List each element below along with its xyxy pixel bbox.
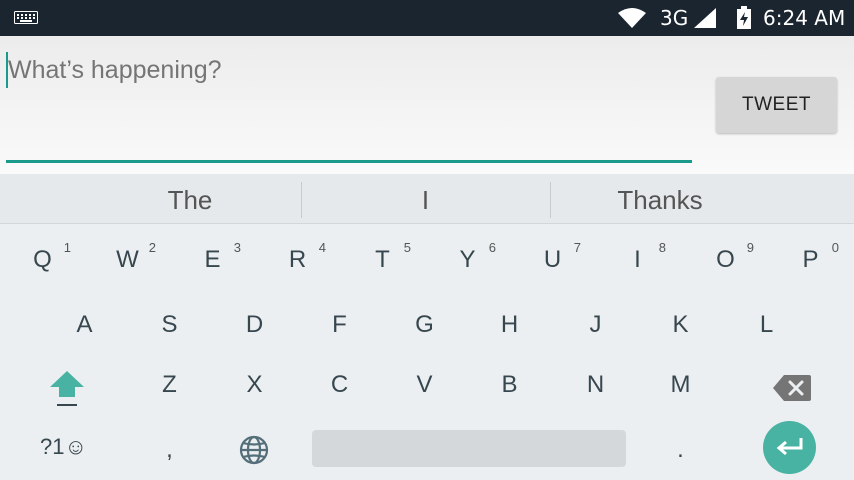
- backspace-icon: [773, 375, 811, 401]
- key-label: I: [634, 246, 641, 273]
- key-y[interactable]: Y6: [425, 228, 510, 292]
- key-label: B: [501, 371, 518, 398]
- key-hint: 9: [746, 240, 754, 255]
- key-w[interactable]: W2: [85, 228, 170, 292]
- key-t[interactable]: T5: [340, 228, 425, 292]
- key-b[interactable]: B: [467, 353, 552, 417]
- keyboard: Q1 W2 E3 R4 T5 Y6 U7 I8 O9 P0 A S D F G …: [0, 224, 854, 480]
- tweet-button[interactable]: TWEET: [716, 77, 837, 133]
- key-z[interactable]: Z: [127, 353, 212, 417]
- key-hint: 5: [403, 240, 411, 255]
- shift-icon: [50, 371, 84, 406]
- key-label: F: [332, 311, 347, 338]
- key-hint: 4: [318, 240, 326, 255]
- key-label: O: [716, 246, 735, 273]
- key-label: C: [330, 371, 349, 398]
- key-f[interactable]: F: [297, 293, 382, 357]
- key-v[interactable]: V: [382, 353, 467, 417]
- key-n[interactable]: N: [553, 353, 638, 417]
- key-p[interactable]: P0: [768, 228, 853, 292]
- key-i[interactable]: I8: [595, 228, 680, 292]
- key-label: Q: [33, 246, 52, 273]
- suggestion-3[interactable]: Thanks: [550, 174, 770, 224]
- key-e[interactable]: E3: [170, 228, 255, 292]
- tweet-input[interactable]: [8, 56, 668, 85]
- key-label: V: [416, 371, 433, 398]
- key-h[interactable]: H: [467, 293, 552, 357]
- key-label: K: [672, 311, 689, 338]
- key-s[interactable]: S: [127, 293, 212, 357]
- key-label: S: [161, 311, 178, 338]
- key-hint: 6: [488, 240, 496, 255]
- clock: 6:24 AM: [763, 6, 846, 30]
- key-label: X: [246, 371, 263, 398]
- key-r[interactable]: R4: [255, 228, 340, 292]
- key-label: L: [759, 311, 774, 338]
- network-type-label: 3G: [660, 6, 689, 30]
- battery-charging-icon: [737, 6, 751, 29]
- compose-area: TWEET: [0, 36, 854, 174]
- key-label: U: [543, 246, 562, 273]
- key-hint: 7: [573, 240, 581, 255]
- key-x[interactable]: X: [212, 353, 297, 417]
- key-hint: 3: [233, 240, 241, 255]
- key-label: Y: [459, 246, 476, 273]
- key-o[interactable]: O9: [683, 228, 768, 292]
- key-label: ?1☺: [40, 434, 87, 459]
- language-key[interactable]: [212, 416, 297, 480]
- key-label: H: [500, 311, 519, 338]
- wifi-icon: [618, 8, 646, 28]
- key-label: E: [204, 246, 221, 273]
- key-q[interactable]: Q1: [0, 228, 85, 292]
- key-label: T: [375, 246, 390, 273]
- key-label: .: [677, 436, 684, 463]
- key-label: P: [802, 246, 819, 273]
- key-g[interactable]: G: [382, 293, 467, 357]
- key-m[interactable]: M: [638, 353, 723, 417]
- status-bar: 3G 6:24 AM: [0, 0, 854, 36]
- key-label: G: [415, 311, 434, 338]
- period-key[interactable]: .: [638, 416, 723, 480]
- enter-key[interactable]: [763, 421, 816, 474]
- key-label: W: [116, 246, 139, 273]
- backspace-key[interactable]: [746, 353, 831, 417]
- symbols-key[interactable]: ?1☺: [21, 416, 106, 480]
- suggestion-strip: The I Thanks: [0, 174, 854, 224]
- key-hint: 0: [831, 240, 839, 255]
- key-label: Z: [162, 371, 177, 398]
- enter-icon: [776, 438, 803, 456]
- input-underline: [6, 160, 692, 163]
- key-hint: 8: [658, 240, 666, 255]
- key-label: A: [76, 311, 93, 338]
- suggestion-2[interactable]: I: [301, 174, 550, 224]
- key-label: J: [589, 311, 602, 338]
- key-k[interactable]: K: [638, 293, 723, 357]
- key-label: D: [245, 311, 264, 338]
- space-bar[interactable]: [312, 430, 626, 467]
- key-label: N: [586, 371, 605, 398]
- shift-key[interactable]: [21, 353, 106, 417]
- signal-icon: [694, 8, 716, 28]
- comma-key[interactable]: ,: [127, 416, 212, 480]
- key-j[interactable]: J: [553, 293, 638, 357]
- key-a[interactable]: A: [42, 293, 127, 357]
- key-d[interactable]: D: [212, 293, 297, 357]
- keyboard-indicator-icon: [14, 11, 38, 24]
- key-label: R: [288, 246, 307, 273]
- key-hint: 1: [63, 240, 71, 255]
- key-u[interactable]: U7: [510, 228, 595, 292]
- key-label: M: [670, 371, 691, 398]
- key-label: ,: [166, 436, 173, 463]
- key-l[interactable]: L: [724, 293, 809, 357]
- key-hint: 2: [148, 240, 156, 255]
- key-c[interactable]: C: [297, 353, 382, 417]
- globe-icon: [239, 435, 269, 465]
